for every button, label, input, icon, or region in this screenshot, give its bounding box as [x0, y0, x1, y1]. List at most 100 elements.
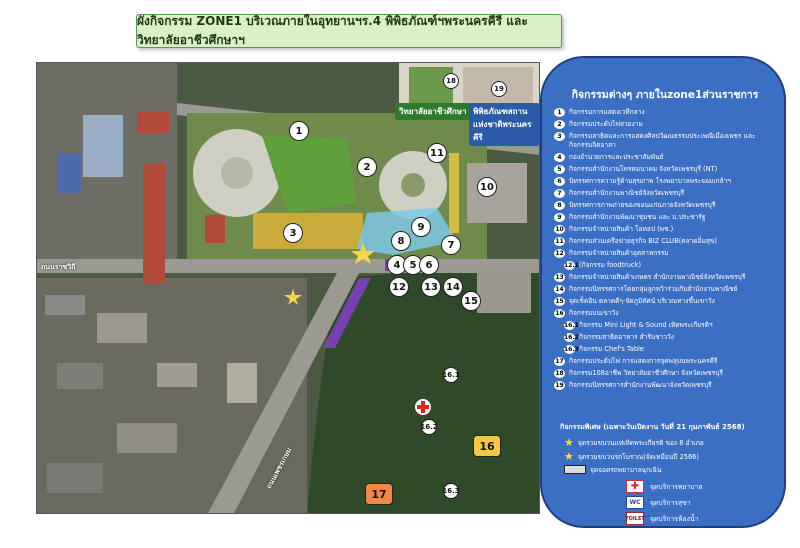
map-badge-11[interactable]: 11 [427, 143, 447, 163]
college-label: วิทยาลัยอาชีวศึกษา [395, 103, 471, 120]
legend-number-badge: 15 [554, 297, 565, 306]
legend-number-badge: 5 [554, 165, 565, 174]
special-item-2: ★ จุดรวมขบวนรถโบราณ(จัดเหมือนปี 2566) [564, 450, 699, 463]
map-badge-18[interactable]: 18 [443, 73, 459, 89]
map-badge-8[interactable]: 8 [391, 231, 411, 251]
legend-item-text: กิจกรรมส่วนเครือข่ายธุรกิจ BIZ CLUB(ตลาด… [569, 237, 717, 245]
legend-item-12-1: 12.1 (กิจกรรม foodtruck) [554, 261, 778, 270]
aerial-map[interactable]: วิทยาลัยอาชีวศึกษา พิพิธภัณฑสถานแห่งชาติ… [36, 62, 540, 514]
map-badge-9[interactable]: 9 [411, 217, 431, 237]
legend-item-text: กิจกรรมสำนักงานพัฒนาชุมชน และ ม.ประชารัฐ [569, 213, 706, 221]
legend-item-text: กิจกรรมจำหน่ายสินค้าอุตสาหกรรม [569, 249, 669, 257]
legend-item-text: กิจกรรมนิทรรศการโดยกลุ่มลูกหว้าร่วมกับสำ… [569, 285, 738, 293]
map-badge-13[interactable]: 13 [421, 277, 441, 297]
map-badge-7[interactable]: 7 [441, 235, 461, 255]
special-activities-title: กิจกรรมพิเศษ (เฉพาะวันเปิดงาน วันที่ 21 … [560, 423, 745, 431]
legend-item-15: 15 จุดเช็คอิน ตลาดดีๆ-จัดภูมิทัศน์ บริเวณ… [554, 297, 778, 306]
restroom-icon: WC [626, 496, 644, 509]
legend-item-text: กิจกรรมจำหน่ายสินค้าเกษตร สำนักงานพาณิชย… [569, 273, 746, 281]
legend-item-13: 13 กิจกรรมจำหน่ายสินค้าเกษตร สำนักงานพาณิ… [554, 273, 778, 282]
legend-item-5: 5 กิจกรรมสำนักงานโทรคมนาคม จังหวัดเพชรบุร… [554, 165, 778, 174]
legend-item-16: 16 กิจกรรมบนเขาวัง [554, 309, 778, 318]
map-badge-15[interactable]: 15 [461, 291, 481, 311]
legend-item-text: กิจกรรมประดับไฟ การแสดงการจุดพลุบนพระนคร… [569, 357, 718, 365]
legend-item-10: 10 กิจกรรมจำหน่ายสินค้า โอทอป (พช.) [554, 225, 778, 234]
legend-item-text: กิจกรรม108อาชีพ วิทยาลัยอาชีวศึกษา จังหว… [569, 369, 723, 377]
map-badge-14[interactable]: 14 [443, 277, 463, 297]
service-toilet: TOILET จุดบริการห้องน้ำ [625, 512, 699, 525]
map-badge-16-2[interactable]: 16.2 [420, 419, 438, 435]
legend-item-text: กิจกรรมสำนักงานโทรคมนาคม จังหวัดเพชรบุรี… [569, 165, 718, 173]
map-badge-6[interactable]: 6 [419, 255, 439, 275]
legend-number-badge: 18 [554, 369, 565, 378]
legend-item-9: 9 กิจกรรมสำนักงานพัฒนาชุมชน และ ม.ประชารั… [554, 213, 778, 222]
legend-number-badge: 16.1 [564, 321, 579, 330]
map-square-badge-16[interactable]: 16 [473, 435, 501, 457]
legend-item-2: 2 กิจกรรมประดับไฟสวยงาม [554, 120, 778, 129]
legend-item-17: 17 กิจกรรมประดับไฟ การแสดงการจุดพลุบนพระน… [554, 357, 778, 366]
map-badge-19[interactable]: 19 [491, 81, 507, 97]
legend-number-badge: 3 [554, 132, 565, 141]
legend-item-text: กิจกรรมนิทรรศการสำนักงานพัฒนาจังหวัดเพชร… [569, 381, 712, 389]
legend-item-16-1: 16.1 กิจกรรม Mini Light & Sound เทิดพระเก… [554, 321, 778, 330]
legend-item-18: 18 กิจกรรม108อาชีพ วิทยาลัยอาชีวศึกษา จัง… [554, 369, 778, 378]
legend-item-16-2: 16.2 กิจกรรมสาธิตอาหาร สำรับชาววัง [554, 333, 778, 342]
legend-item-text: กิจกรรมสำนักงานพาณิชย์จังหวัดเพชรบุรี [569, 189, 685, 197]
map-badge-16-1[interactable]: 16.1 [442, 367, 460, 383]
legend-item-text: กิจกรรมการแสดงเวทีกลาง [569, 108, 645, 116]
map-badge-12[interactable]: 12 [389, 277, 409, 297]
legend-item-7: 7 กิจกรรมสำนักงานพาณิชย์จังหวัดเพชรบุรี [554, 189, 778, 198]
legend-item-text: กองอำนวยการและประชาสัมพันธ์ [569, 153, 664, 161]
legend-item-text: จุดเช็คอิน ตลาดดีๆ-จัดภูมิทัศน์ บริเวณทา… [569, 297, 715, 305]
star-icon: ★ [564, 450, 574, 463]
special-item-1: ★ จุดรวมขบวนแห่เทิดพระเกียรติ ของ 8 อำเภ… [564, 436, 704, 449]
legend-number-badge: 2 [554, 120, 565, 129]
legend-number-badge: 11 [554, 237, 565, 246]
legend-item-text: นิทรรศการภาพถ่ายของขอนแก่นภายจังหวัดเพชร… [569, 201, 716, 209]
legend-item-text: กิจกรรมสาธิตอาหาร สำรับชาววัง [579, 333, 674, 341]
legend-item-12: 12 กิจกรรมจำหน่ายสินค้าอุตสาหกรรม [554, 249, 778, 258]
legend-item-8: 8 นิทรรศการภาพถ่ายของขอนแก่นภายจังหวัดเพช… [554, 201, 778, 210]
legend-number-badge: 8 [554, 201, 565, 210]
toilet-icon: TOILET [625, 512, 645, 525]
map-badge-10[interactable]: 10 [477, 177, 497, 197]
legend-number-badge: 13 [554, 273, 565, 282]
legend-number-badge: 12.1 [564, 261, 579, 270]
map-badge-1[interactable]: 1 [289, 121, 309, 141]
first-aid-icon: ✚ [626, 480, 644, 493]
legend-item-text: กิจกรรมจำหน่ายสินค้า โอทอป (พช.) [569, 225, 674, 233]
legend-item-text: กิจกรรมบนเขาวัง [569, 309, 619, 317]
map-badge-3[interactable]: 3 [283, 223, 303, 243]
service-first-aid: ✚ จุดบริการพยาบาล [626, 480, 703, 493]
legend-item-text: กิจกรรม Chef's Table [579, 345, 644, 353]
legend-number-badge: 17 [554, 357, 565, 366]
service-restroom: WC จุดบริการสุขา [626, 496, 691, 509]
legend-item-6: 6 นิทรรศการความรู้ด้านสุขภาพ โรงพยาบาลพระ… [554, 177, 778, 186]
special-item-text: จุดรวมขบวนรถโบราณ(จัดเหมือนปี 2566) [577, 453, 699, 461]
special-item-text: จุดจอดรถพยาบาลฉุกเฉิน [590, 466, 662, 474]
legend-item-1: 1 กิจกรรมการแสดงเวทีกลาง [554, 108, 778, 117]
service-text: จุดบริการห้องน้ำ [650, 515, 699, 523]
service-text: จุดบริการสุขา [650, 499, 691, 507]
map-badge-16-3[interactable]: 16.3 [442, 483, 460, 499]
legend-panel: กิจกรรมต่างๆ ภายในzone1ส่วนราชการ 1 กิจกร… [540, 56, 786, 528]
map-badge-2[interactable]: 2 [357, 157, 377, 177]
map-square-badge-17[interactable]: 17 [365, 483, 393, 505]
star-icon: ★ [564, 436, 574, 449]
map-title: ผังกิจกรรม ZONE1 บริเวณภายในอุทยานฯร.4 พ… [136, 14, 562, 48]
legend-item-text: กิจกรรมประดับไฟสวยงาม [569, 120, 643, 128]
legend-item-text: กิจกรรมสาธิตและการแสดงศิลปวัฒนธรรมประเพณ… [569, 132, 756, 149]
legend-number-badge: 12 [554, 249, 565, 258]
legend-number-badge: 19 [554, 381, 565, 390]
legend-item-3: 3 กิจกรรมสาธิตและการแสดงศิลปวัฒนธรรมประเพ… [554, 132, 778, 150]
legend-number-badge: 4 [554, 153, 565, 162]
legend-item-text: กิจกรรม Mini Light & Sound เทิดพระเกียรต… [579, 321, 713, 329]
special-item-3: จุดจอดรถพยาบาลฉุกเฉิน [564, 464, 661, 475]
legend-item-11: 11 กิจกรรมส่วนเครือข่ายธุรกิจ BIZ CLUB(ตล… [554, 237, 778, 246]
legend-number-badge: 16.3 [564, 345, 579, 354]
legend-number-badge: 6 [554, 177, 565, 186]
legend-number-badge: 7 [554, 189, 565, 198]
museum-label: พิพิธภัณฑสถานแห่งชาติพระนครคีรี [469, 103, 539, 146]
road-label-top: ถนนราชวิถี [41, 263, 76, 271]
legend-number-badge: 16.2 [564, 333, 579, 342]
